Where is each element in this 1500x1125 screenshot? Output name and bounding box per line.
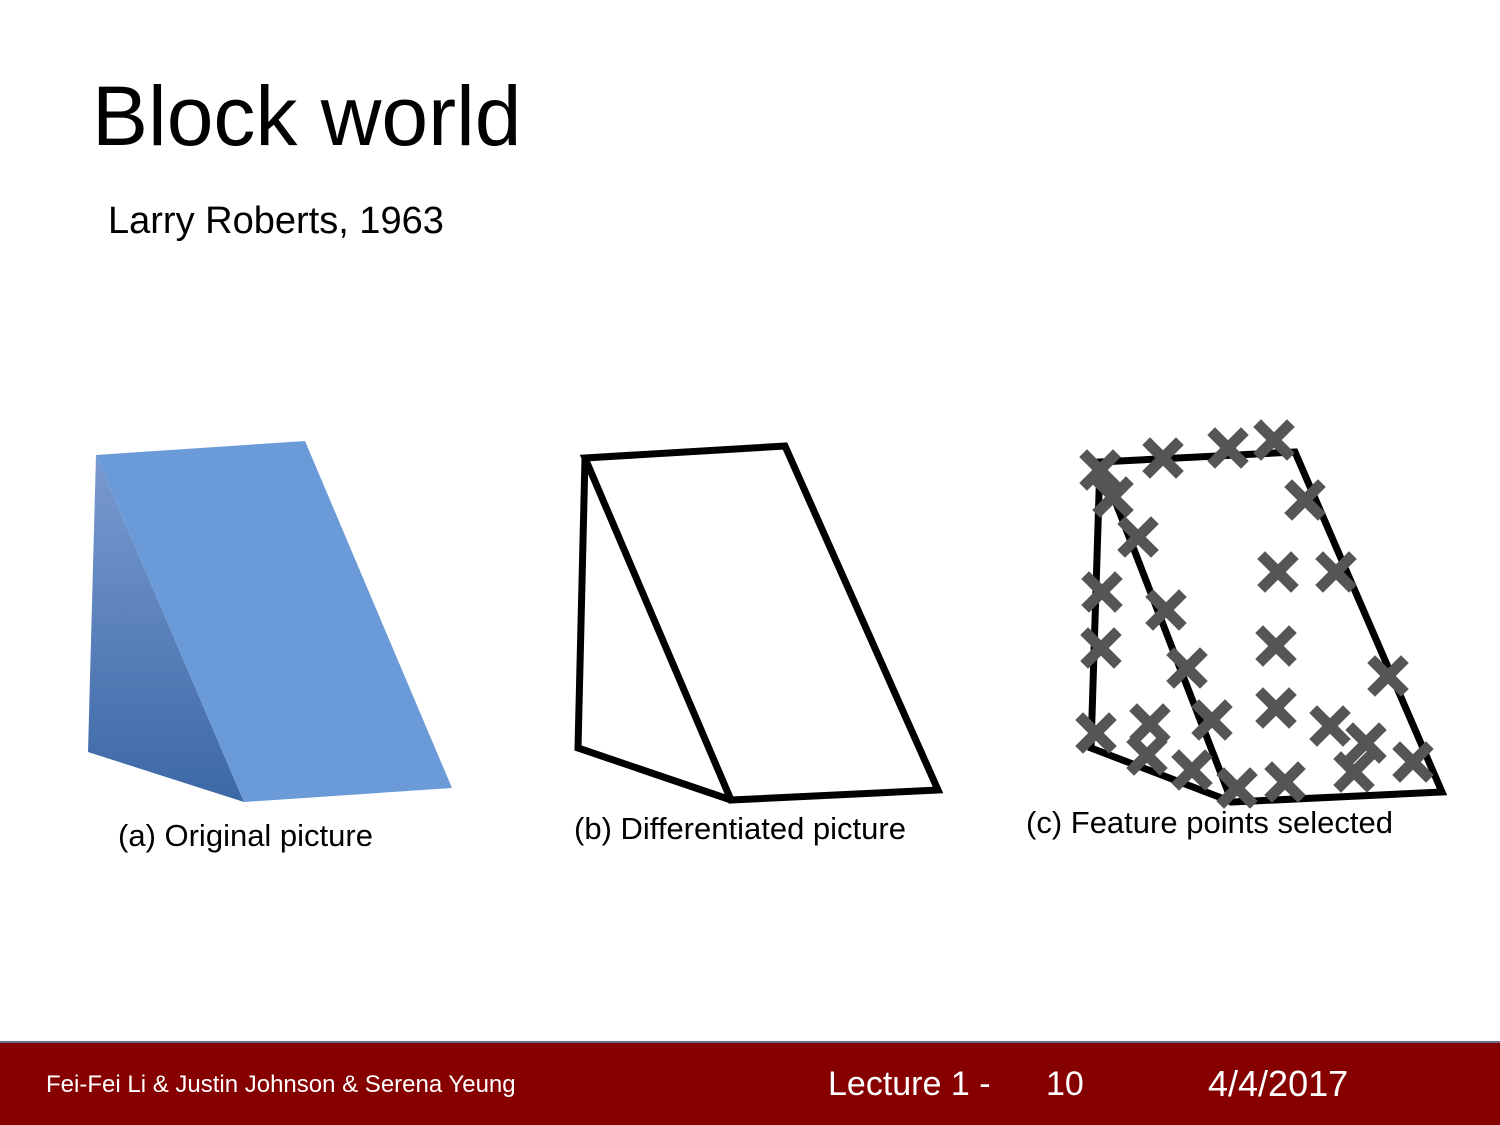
footer-date: 4/4/2017 [1208, 1063, 1349, 1104]
differentiated-picture-lines [574, 442, 944, 804]
caption-original-picture: (a) Original picture [118, 818, 373, 853]
footer-lecture: Lecture 1 - [828, 1065, 991, 1103]
x-mark-icon [1265, 559, 1291, 585]
x-mark-icon [1341, 759, 1367, 785]
caption-feature-points: (c) Feature points selected [1026, 805, 1394, 840]
x-mark-icon [1083, 720, 1109, 746]
x-mark-icon [1317, 713, 1343, 739]
footer-authors: Fei-Fei Li & Justin Johnson & Serena Yeu… [46, 1071, 516, 1098]
caption-differentiated-picture: (b) Differentiated picture [574, 811, 906, 846]
x-mark-icon [1134, 742, 1160, 768]
original-picture-wedge [88, 441, 452, 802]
x-mark-icon [1137, 711, 1163, 737]
x-mark-icon [1263, 633, 1289, 659]
block-world-figures [88, 0, 1448, 1040]
x-mark-icon [1261, 427, 1287, 453]
feature-markers [1083, 427, 1426, 801]
x-mark-icon [1179, 757, 1205, 783]
slide-footer: Fei-Fei Li & Justin Johnson & Serena Yeu… [0, 1041, 1500, 1125]
x-mark-icon [1353, 730, 1379, 756]
x-mark-icon [1263, 695, 1289, 721]
x-mark-icon [1272, 769, 1298, 795]
footer-page-number: 10 [1046, 1065, 1084, 1103]
x-mark-icon [1400, 749, 1426, 775]
